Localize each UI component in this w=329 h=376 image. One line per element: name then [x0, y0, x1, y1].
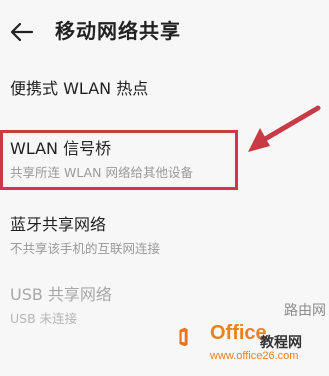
office-logo-icon: [179, 327, 188, 347]
item-subtitle: 不共享该手机的互联网连接: [10, 241, 161, 256]
item-title: USB 共享网络: [10, 285, 112, 304]
item-subtitle: USB 未连接: [10, 311, 78, 326]
list-item-bluetooth-sharing[interactable]: 蓝牙共享网络 不共享该手机的互联网连接: [0, 210, 329, 260]
arrow-left-icon[interactable]: [8, 18, 36, 46]
item-title: 便携式 WLAN 热点: [10, 79, 149, 98]
watermark-url: www.office26.com: [210, 350, 299, 362]
item-title: 蓝牙共享网络: [10, 215, 107, 234]
page-title: 移动网络共享: [55, 19, 181, 43]
list-item-usb-sharing: USB 共享网络 USB 未连接: [0, 280, 329, 330]
annotation-arrow-icon: [248, 105, 321, 152]
watermark-brand: Office: [210, 322, 267, 344]
highlight-box: [0, 130, 238, 190]
header: 移动网络共享: [0, 0, 329, 64]
watermark-text: 路由网: [284, 303, 326, 319]
watermark-brand-cn: 教程网: [260, 335, 302, 351]
